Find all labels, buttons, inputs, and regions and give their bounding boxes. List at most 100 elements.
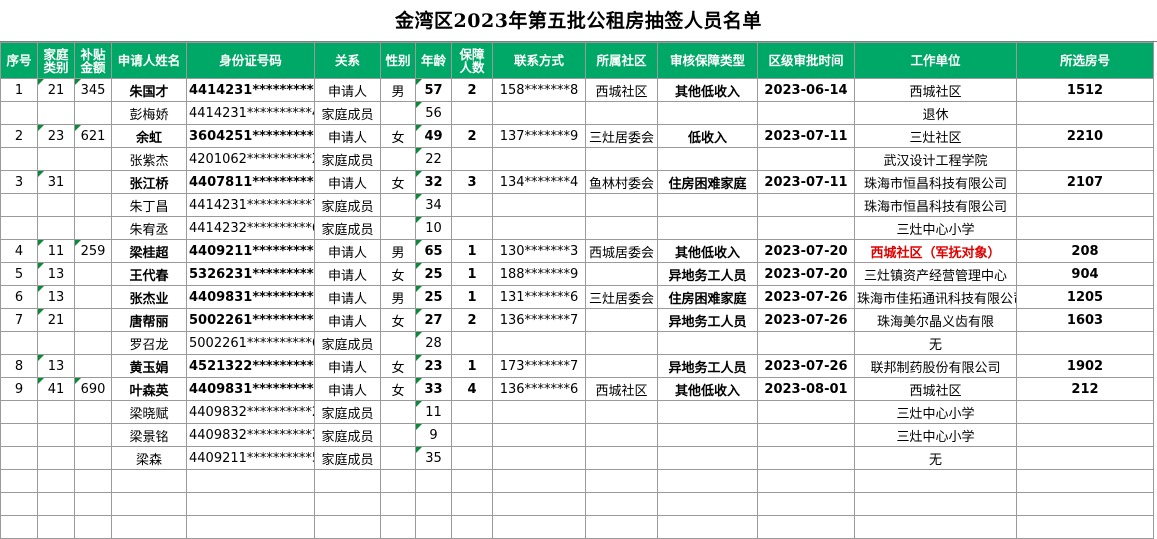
cell-date[interactable]: 2023-07-20: [757, 262, 855, 286]
cell-work[interactable]: 武汉设计工程学院: [854, 147, 1017, 171]
cell-cat[interactable]: 11: [37, 239, 75, 263]
cell-sex[interactable]: [380, 193, 416, 217]
cell-sex[interactable]: 女: [380, 377, 416, 401]
cell-age[interactable]: 35: [415, 446, 452, 470]
cell-cat[interactable]: [37, 216, 75, 240]
column-header[interactable]: 申请人姓名: [111, 42, 187, 79]
cell-cat[interactable]: 13: [37, 262, 75, 286]
empty-cell[interactable]: [854, 469, 1017, 493]
empty-cell[interactable]: [415, 515, 452, 539]
cell-name[interactable]: 朱丁昌: [111, 193, 187, 217]
cell-sub[interactable]: [74, 170, 112, 194]
cell-tel[interactable]: [492, 331, 586, 355]
cell-tel[interactable]: 136*******7: [492, 308, 586, 332]
empty-cell[interactable]: [415, 492, 452, 516]
cell-id[interactable]: 4409832**********2: [186, 400, 315, 424]
cell-comm[interactable]: [585, 446, 658, 470]
cell-comm[interactable]: [585, 193, 658, 217]
cell-type[interactable]: [657, 331, 758, 355]
column-header[interactable]: 序号: [0, 42, 38, 79]
cell-type[interactable]: 其他低收入: [657, 239, 758, 263]
cell-sex[interactable]: [380, 423, 416, 447]
cell-cat[interactable]: 13: [37, 285, 75, 309]
empty-cell[interactable]: [380, 515, 416, 539]
cell-age[interactable]: 28: [415, 331, 452, 355]
cell-num[interactable]: [451, 193, 493, 217]
cell-rel[interactable]: 家庭成员: [314, 423, 381, 447]
cell-id[interactable]: 5002261**********5: [186, 308, 315, 332]
cell-seq[interactable]: [0, 423, 38, 447]
cell-room[interactable]: [1016, 331, 1154, 355]
cell-work[interactable]: 三灶社区: [854, 124, 1017, 148]
cell-work[interactable]: 退休: [854, 101, 1017, 125]
cell-comm[interactable]: [585, 331, 658, 355]
cell-comm[interactable]: [585, 216, 658, 240]
cell-comm[interactable]: [585, 308, 658, 332]
empty-cell[interactable]: [1016, 515, 1154, 539]
cell-comm[interactable]: [585, 262, 658, 286]
cell-name[interactable]: 王代春: [111, 262, 187, 286]
empty-cell[interactable]: [415, 469, 452, 493]
column-header[interactable]: 关系: [314, 42, 381, 79]
cell-id[interactable]: 5326231**********0: [186, 262, 315, 286]
empty-cell[interactable]: [186, 515, 315, 539]
cell-room[interactable]: 212: [1016, 377, 1154, 401]
empty-cell[interactable]: [111, 469, 187, 493]
column-header[interactable]: 所选房号: [1016, 42, 1154, 79]
cell-seq[interactable]: [0, 216, 38, 240]
empty-cell[interactable]: [854, 492, 1017, 516]
cell-tel[interactable]: 188*******9: [492, 262, 586, 286]
empty-cell[interactable]: [1016, 492, 1154, 516]
cell-sub[interactable]: [74, 101, 112, 125]
cell-sex[interactable]: 女: [380, 354, 416, 378]
empty-cell[interactable]: [37, 492, 75, 516]
cell-id[interactable]: 4201062**********X: [186, 147, 315, 171]
cell-age[interactable]: 11: [415, 400, 452, 424]
cell-room[interactable]: 1902: [1016, 354, 1154, 378]
cell-age[interactable]: 9: [415, 423, 452, 447]
cell-seq[interactable]: 6: [0, 285, 38, 309]
cell-comm[interactable]: 西城社区: [585, 377, 658, 401]
cell-age[interactable]: 22: [415, 147, 452, 171]
cell-seq[interactable]: 9: [0, 377, 38, 401]
cell-rel[interactable]: 家庭成员: [314, 331, 381, 355]
cell-comm[interactable]: [585, 354, 658, 378]
empty-cell[interactable]: [0, 469, 38, 493]
empty-cell[interactable]: [0, 492, 38, 516]
column-header[interactable]: 保障人数: [451, 42, 493, 79]
cell-sex[interactable]: 女: [380, 262, 416, 286]
cell-num[interactable]: [451, 331, 493, 355]
cell-comm[interactable]: [585, 400, 658, 424]
cell-type[interactable]: [657, 446, 758, 470]
cell-room[interactable]: [1016, 423, 1154, 447]
cell-id[interactable]: 4409831**********7: [186, 285, 315, 309]
empty-cell[interactable]: [0, 515, 38, 539]
cell-age[interactable]: 33: [415, 377, 452, 401]
cell-sex[interactable]: [380, 147, 416, 171]
cell-id[interactable]: 4409211**********1: [186, 239, 315, 263]
cell-sub[interactable]: 621: [74, 124, 112, 148]
cell-num[interactable]: 1: [451, 262, 493, 286]
column-header[interactable]: 身份证号码: [186, 42, 315, 79]
cell-id[interactable]: 4409831**********6: [186, 377, 315, 401]
cell-comm[interactable]: 鱼林村委会: [585, 170, 658, 194]
cell-seq[interactable]: [0, 400, 38, 424]
column-header[interactable]: 所属社区: [585, 42, 658, 79]
column-header[interactable]: 工作单位: [854, 42, 1017, 79]
cell-date[interactable]: 2023-07-26: [757, 285, 855, 309]
cell-work[interactable]: 无: [854, 446, 1017, 470]
cell-id[interactable]: 4414231**********4: [186, 101, 315, 125]
cell-sub[interactable]: 259: [74, 239, 112, 263]
cell-type[interactable]: [657, 423, 758, 447]
cell-date[interactable]: 2023-07-11: [757, 124, 855, 148]
cell-date[interactable]: 2023-07-26: [757, 354, 855, 378]
cell-name[interactable]: 张杰业: [111, 285, 187, 309]
cell-sub[interactable]: [74, 446, 112, 470]
cell-type[interactable]: 低收入: [657, 124, 758, 148]
cell-room[interactable]: 1603: [1016, 308, 1154, 332]
cell-rel[interactable]: 申请人: [314, 308, 381, 332]
cell-rel[interactable]: 家庭成员: [314, 446, 381, 470]
cell-tel[interactable]: [492, 446, 586, 470]
cell-tel[interactable]: 131*******6: [492, 285, 586, 309]
cell-name[interactable]: 梁桂超: [111, 239, 187, 263]
